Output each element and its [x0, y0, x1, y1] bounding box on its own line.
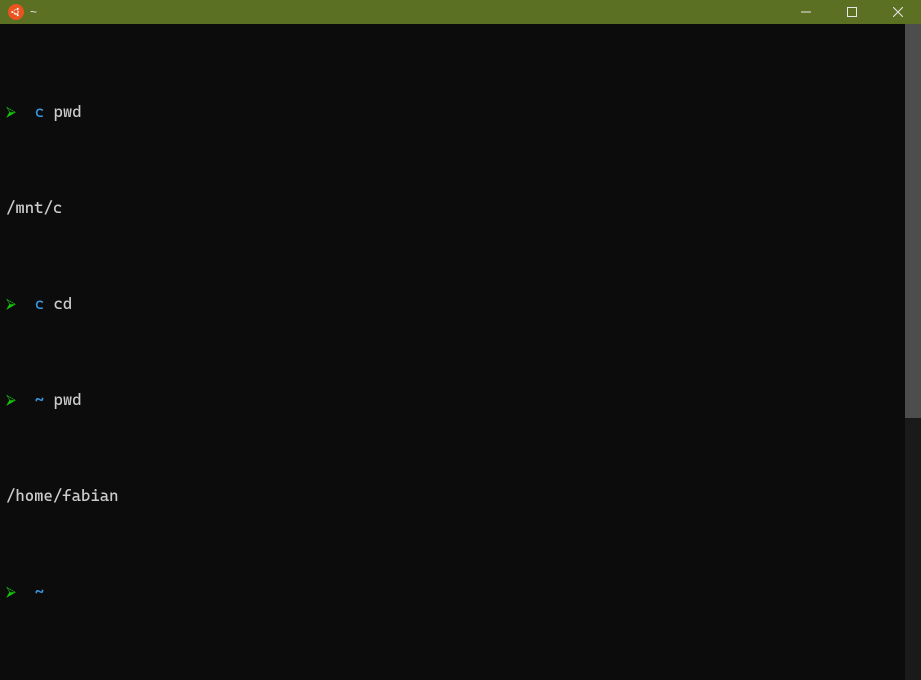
output-text: /mnt/c — [6, 196, 62, 220]
prompt-dir: ~ — [35, 388, 44, 412]
prompt-line: ⮚ c pwd — [6, 100, 899, 124]
close-button[interactable] — [875, 0, 921, 24]
terminal-body[interactable]: ⮚ c pwd /mnt/c ⮚ c cd ⮚ ~ — [0, 24, 921, 680]
terminal-window: ~ ⮚ c pwd /mnt/c — [0, 0, 921, 680]
output-line: /mnt/c — [6, 196, 899, 220]
scrollbar-thumb[interactable] — [905, 24, 921, 418]
output-text: /home/fabian — [6, 484, 119, 508]
prompt-cmd: pwd — [54, 388, 82, 412]
output-line: /home/fabian — [6, 484, 899, 508]
scrollbar[interactable] — [905, 24, 921, 680]
prompt-line: ⮚ ~ pwd — [6, 388, 899, 412]
window-controls — [783, 0, 921, 24]
prompt-cmd: pwd — [54, 100, 82, 124]
prompt-glyph-icon: ⮚ — [6, 292, 16, 316]
prompt-line: ⮚ ~ — [6, 580, 899, 604]
prompt-glyph-icon: ⮚ — [6, 100, 16, 124]
terminal-content[interactable]: ⮚ c pwd /mnt/c ⮚ c cd ⮚ ~ — [0, 24, 905, 680]
titlebar[interactable]: ~ — [0, 0, 921, 24]
minimize-button[interactable] — [783, 0, 829, 24]
prompt-line: ⮚ c cd — [6, 292, 899, 316]
maximize-button[interactable] — [829, 0, 875, 24]
window-title: ~ — [30, 5, 37, 19]
prompt-dir: ~ — [35, 580, 44, 604]
prompt-dir: c — [35, 100, 44, 124]
prompt-cmd: cd — [54, 292, 73, 316]
ubuntu-icon — [8, 4, 24, 20]
prompt-dir: c — [35, 292, 44, 316]
prompt-glyph-icon: ⮚ — [6, 580, 16, 604]
prompt-glyph-icon: ⮚ — [6, 388, 16, 412]
